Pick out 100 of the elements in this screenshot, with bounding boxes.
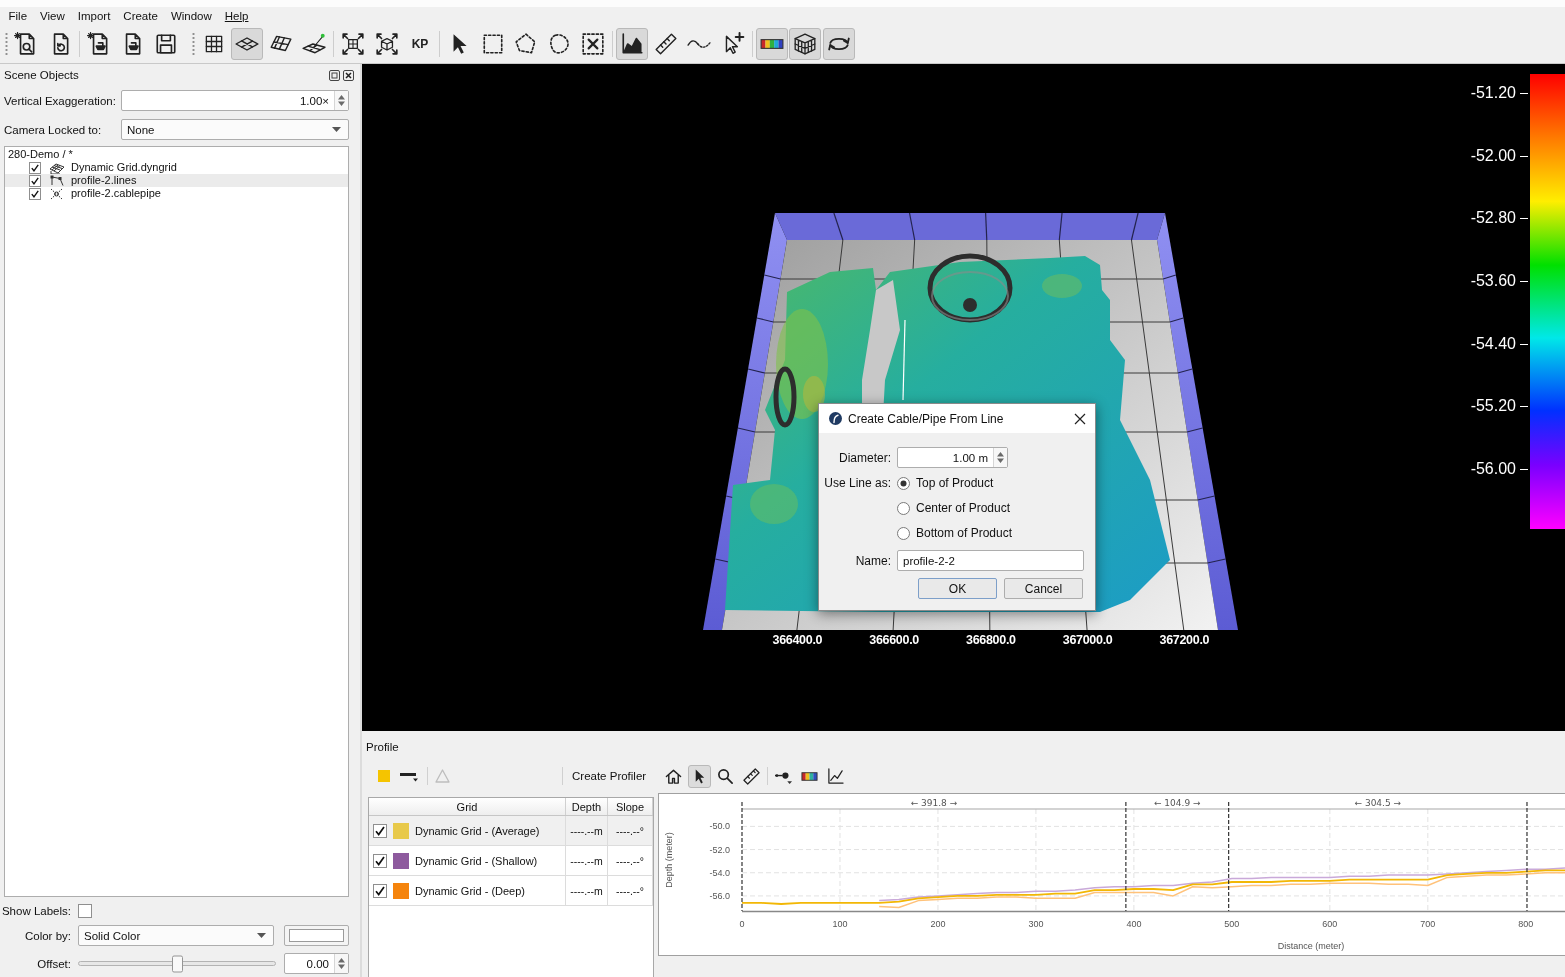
dashed-square-icon — [480, 32, 505, 56]
field-label: Camera Locked to: — [4, 123, 102, 136]
checkbox[interactable] — [78, 903, 92, 918]
undock-button[interactable] — [329, 69, 340, 81]
scale-tick-mark — [1520, 218, 1528, 220]
toolbar-button[interactable] — [755, 28, 788, 60]
tree-item[interactable]: 280-Demo / * — [5, 148, 348, 161]
dialog-button[interactable]: OK — [918, 578, 997, 599]
caret-down-icon — [257, 933, 266, 938]
radio-button[interactable] — [897, 476, 910, 490]
axis-tick-label: 500 — [1224, 919, 1240, 929]
diameter-field[interactable]: 1.00 m — [897, 447, 1008, 468]
column-header[interactable]: Depth — [566, 798, 608, 815]
checkmark-icon — [375, 855, 385, 866]
offset-field[interactable]: 0.00 — [284, 953, 349, 974]
table-cell: ----.--° — [608, 876, 653, 905]
spinner-arrows-icon — [338, 958, 345, 969]
profile-tool-button[interactable] — [688, 764, 712, 788]
distance-annotation: ← 104.9 → — [1153, 798, 1201, 808]
menu-item[interactable]: File — [2, 8, 34, 24]
toolbar-grip[interactable] — [5, 32, 8, 56]
axis-tick-label: 700 — [1420, 919, 1436, 929]
axis-label: 366800.0 — [966, 632, 1016, 649]
caret-down-icon — [332, 127, 341, 132]
close-button[interactable] — [1074, 412, 1086, 425]
scale-label: -52.00 — [1470, 145, 1516, 166]
axis-tick-label: 400 — [1126, 919, 1142, 929]
tree-item[interactable]: Dynamic Grid.dyngrid — [5, 161, 348, 174]
scale-tick-mark — [1520, 280, 1528, 282]
axis-label: 367200.0 — [1159, 632, 1210, 649]
radio-label: Bottom of Product — [916, 526, 1013, 540]
toolbar-button[interactable]: KP — [404, 28, 436, 60]
field-label: Offset: — [37, 957, 71, 970]
checkmark-icon — [375, 885, 385, 896]
checkmark-icon — [375, 825, 385, 836]
checkbox[interactable] — [373, 853, 387, 868]
table-row[interactable]: Dynamic Grid - (Deep) ----.--m ----.--° — [369, 876, 653, 906]
line-style-icon — [400, 770, 419, 782]
axis-tick-label: -54.0 — [709, 867, 730, 878]
color-picker-button[interactable] — [284, 925, 349, 946]
axis-label: 366600.0 — [869, 632, 919, 649]
column-header[interactable]: Slope — [608, 798, 653, 815]
scale-label: -52.80 — [1470, 208, 1516, 229]
dashed-cross-icon — [49, 187, 64, 200]
menu-item[interactable]: Import — [71, 8, 117, 24]
menu-item[interactable]: Help — [218, 8, 255, 24]
checkbox[interactable] — [373, 883, 387, 898]
table-row[interactable]: Dynamic Grid - (Shallow) ----.--m ----.--° — [369, 846, 653, 876]
checkbox[interactable] — [29, 161, 41, 174]
vertical-exaggeration-field[interactable]: 1.00× — [121, 90, 349, 111]
dialog-button[interactable]: Cancel — [1004, 578, 1083, 599]
scale-tick-mark — [1520, 155, 1528, 157]
spinner-arrows-icon — [338, 95, 345, 106]
scale-tick-mark — [1520, 93, 1528, 94]
menu-item[interactable]: Create — [116, 8, 165, 24]
axis-tick-label: -56.0 — [709, 890, 730, 901]
camera-lock-dropdown[interactable]: None — [121, 119, 349, 140]
checkbox[interactable] — [29, 187, 41, 200]
toolbar-button[interactable] — [822, 28, 855, 60]
column-header[interactable]: Grid — [369, 798, 566, 815]
menu-item[interactable]: View — [33, 8, 72, 24]
dashed-square-x-icon — [581, 32, 605, 56]
close-button[interactable] — [343, 69, 354, 81]
distance-annotation: ← 391.8 → — [910, 798, 958, 808]
radio-button[interactable] — [897, 526, 910, 540]
table-cell: ----.--m — [566, 876, 608, 905]
mesh-icon — [49, 161, 64, 174]
grid-point-icon — [302, 32, 326, 56]
radio-button[interactable] — [897, 501, 910, 515]
scale-tick-mark — [1520, 343, 1528, 345]
create-profiler-button[interactable]: Create Profiler — [568, 765, 651, 787]
table-row[interactable]: Dynamic Grid - (Average) ----.--m ----.--° — [369, 816, 653, 846]
toolbar-button[interactable] — [231, 28, 263, 60]
color-by-dropdown[interactable]: Solid Color — [78, 925, 274, 946]
checkbox[interactable] — [373, 823, 387, 838]
toolbar-button[interactable] — [616, 28, 648, 60]
axis-tick-label: 300 — [1028, 919, 1044, 929]
panel-title: Scene Objects — [4, 69, 79, 81]
checkbox[interactable] — [29, 174, 41, 187]
toolbar-grip[interactable] — [191, 32, 195, 56]
axis-tick-label: -52.0 — [709, 844, 730, 855]
expand-arrows-icon — [341, 32, 365, 56]
toolbar-button[interactable] — [789, 28, 821, 60]
radio-label: Center of Product — [916, 501, 1011, 515]
scale-label: -56.00 — [1470, 458, 1516, 479]
cube-arrows-icon — [374, 32, 399, 56]
axis-label: 366400.0 — [772, 632, 823, 649]
scale-label: -55.20 — [1470, 396, 1516, 417]
grid-box-icon — [793, 32, 817, 56]
tree-item[interactable]: profile-2.lines — [5, 174, 348, 187]
color-swatch-icon — [377, 770, 390, 782]
ruler-icon — [743, 767, 761, 785]
axis-tick-label: 200 — [930, 919, 946, 929]
menu-item[interactable]: Window — [164, 8, 219, 24]
ruler-icon — [653, 32, 678, 56]
close-icon — [1074, 412, 1086, 425]
slider-thumb[interactable] — [171, 955, 183, 972]
table-cell: Dynamic Grid - (Shallow) — [415, 854, 538, 867]
name-field[interactable]: profile-2-2 — [897, 550, 1084, 571]
tree-item[interactable]: profile-2.cablepipe — [5, 187, 348, 200]
